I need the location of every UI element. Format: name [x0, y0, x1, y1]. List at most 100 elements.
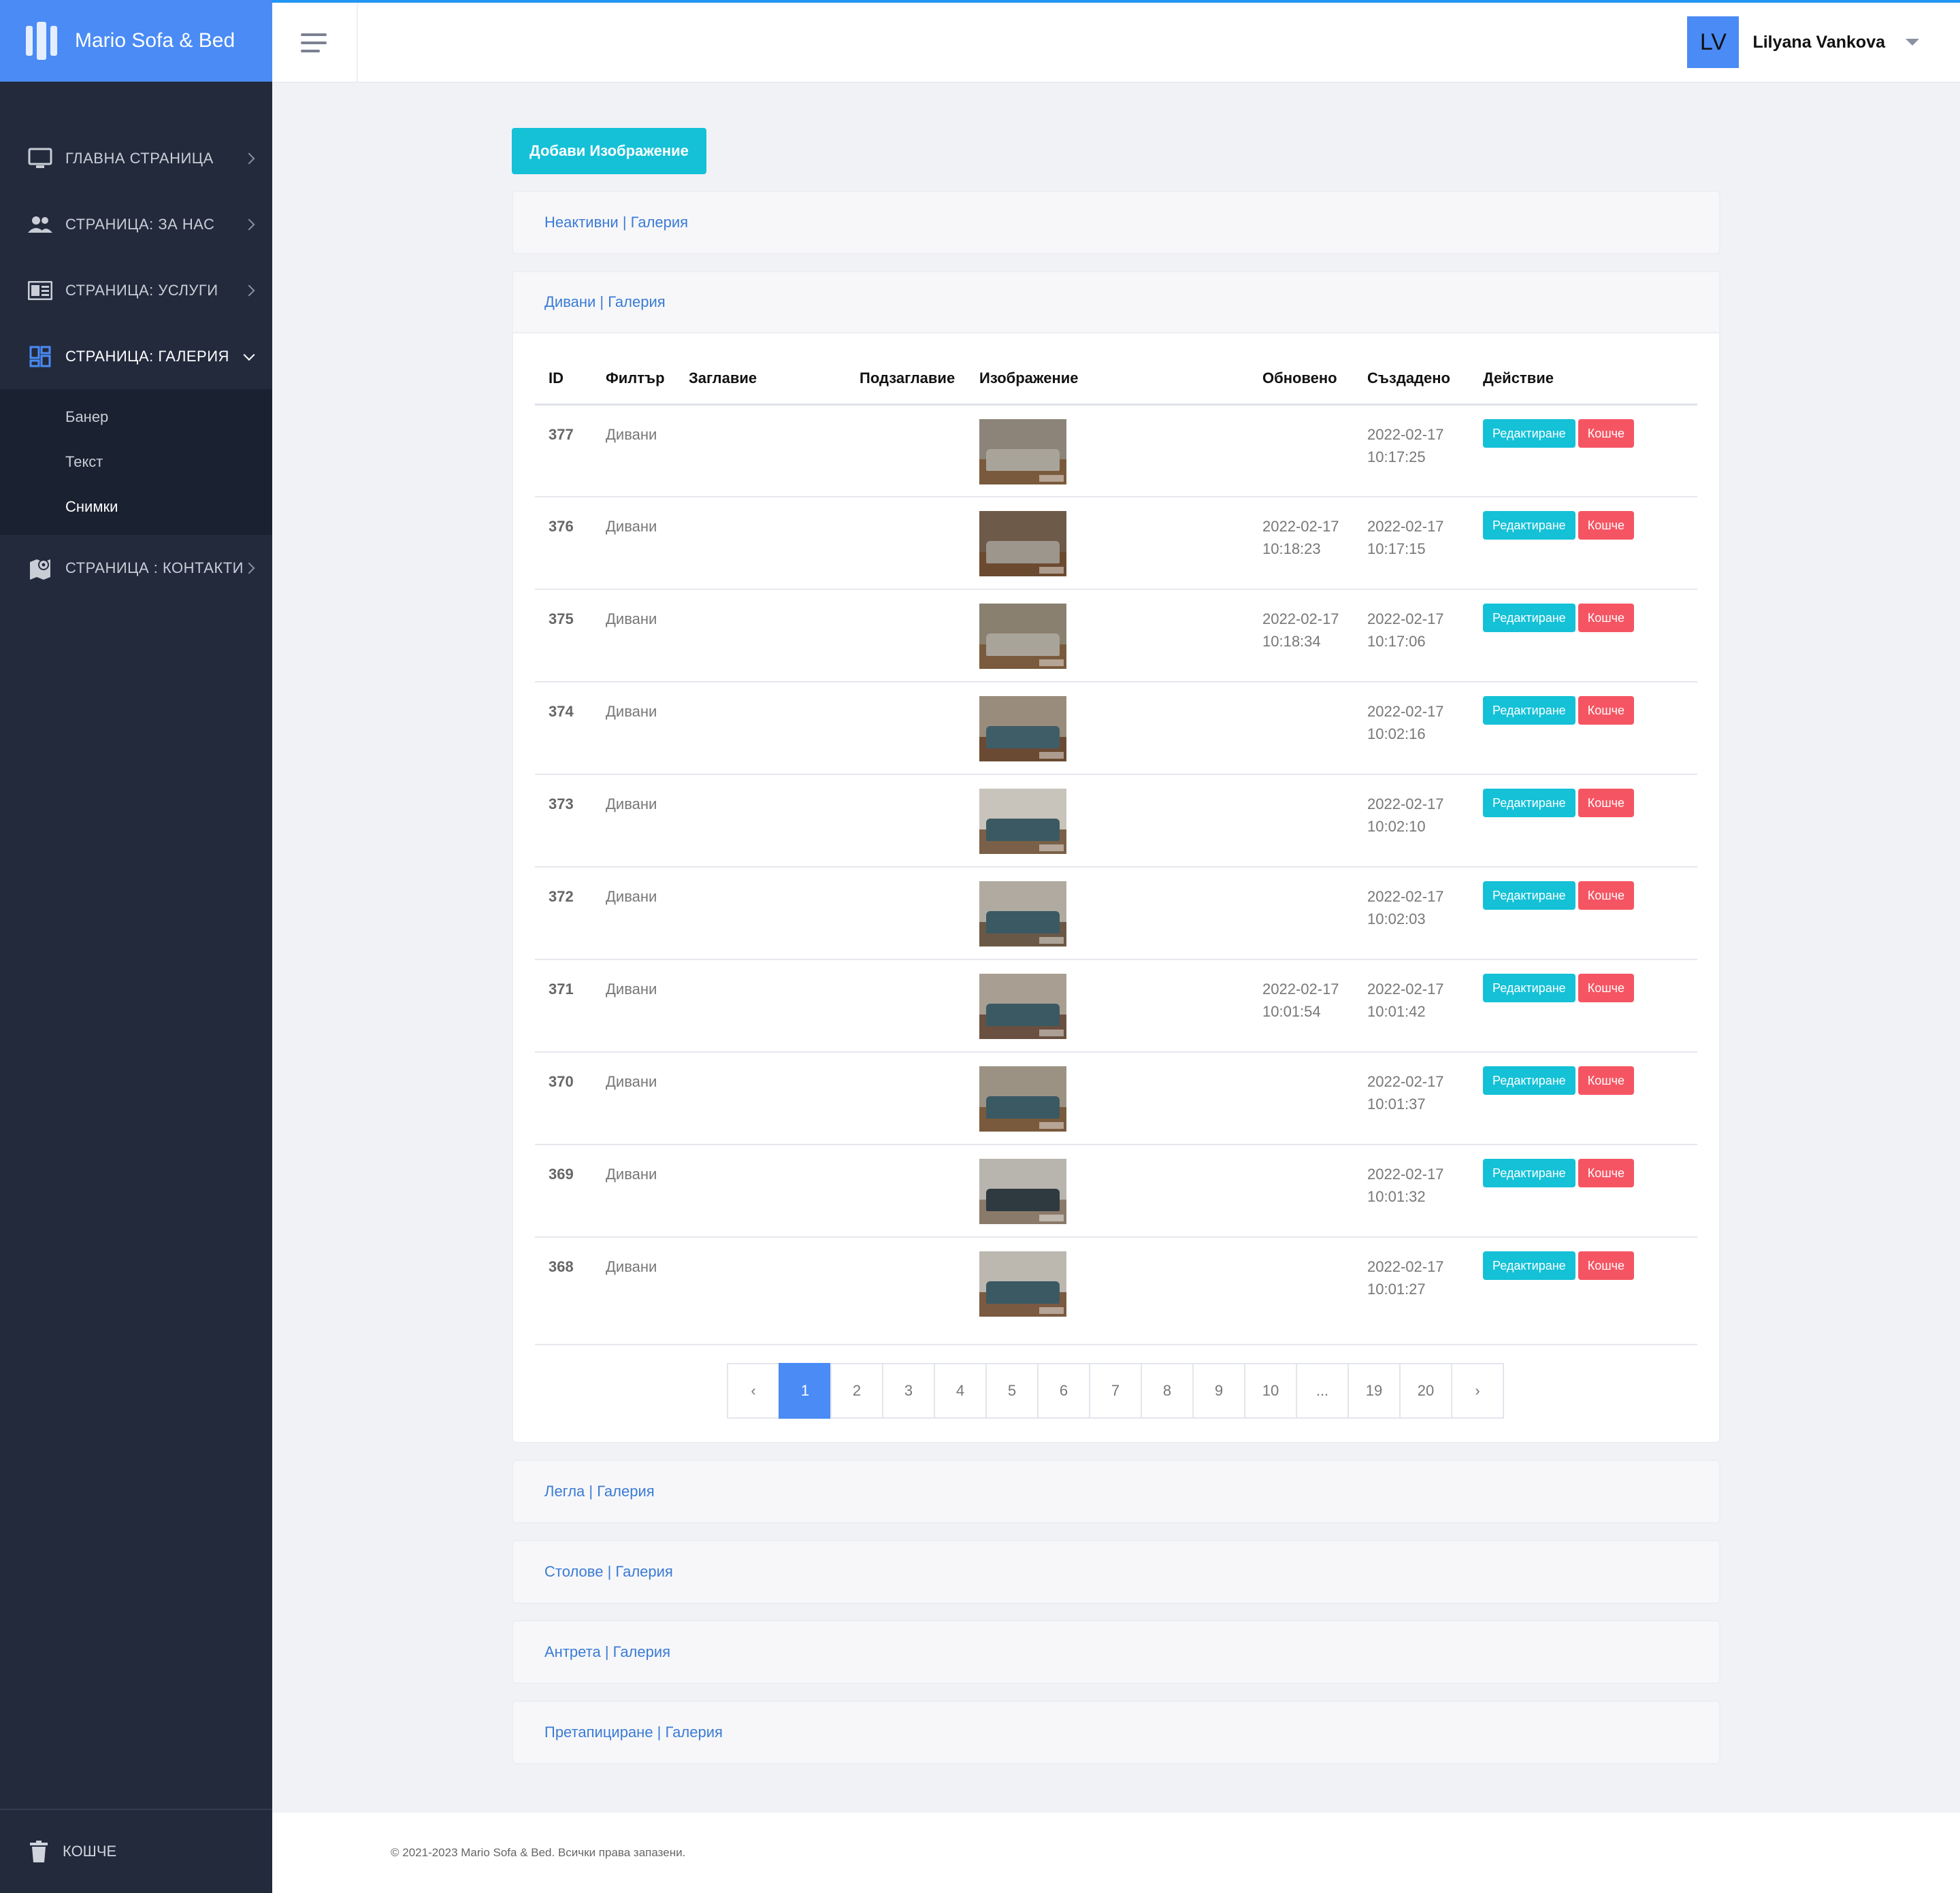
cell-actions: Редактиране Кошче	[1469, 589, 1697, 682]
edit-button[interactable]: Редактиране	[1483, 881, 1575, 910]
panel-link-beds[interactable]: Легла | Галерия	[513, 1461, 1719, 1522]
cell-image	[966, 589, 1249, 682]
panel-link-inactive[interactable]: Неактивни | Галерия	[513, 192, 1719, 253]
sofa-thumbnail[interactable]	[979, 974, 1066, 1039]
menu-toggle-icon[interactable]	[272, 3, 358, 83]
delete-button[interactable]: Кошче	[1578, 789, 1635, 817]
sofa-thumbnail[interactable]	[979, 881, 1066, 946]
column-header[interactable]: Филтър	[592, 354, 675, 406]
sofa-thumbnail[interactable]	[979, 1066, 1066, 1132]
page-button[interactable]: 3	[882, 1363, 935, 1419]
sidebar-item-contacts[interactable]: СТРАНИЦА : КОНТАКТИ	[0, 535, 272, 601]
page-button[interactable]: 5	[985, 1363, 1039, 1419]
sidebar-item-trash[interactable]: КОШЧЕ	[0, 1809, 272, 1893]
cell-actions: Редактиране Кошче	[1469, 867, 1697, 960]
page-button[interactable]: 19	[1348, 1363, 1401, 1419]
delete-button[interactable]: Кошче	[1578, 974, 1635, 1002]
cell-filter: Дивани	[592, 774, 675, 868]
submenu-item-photos[interactable]: Снимки	[0, 484, 272, 529]
brand[interactable]: Mario Sofa & Bed	[0, 0, 272, 82]
delete-button[interactable]: Кошче	[1578, 1066, 1635, 1095]
cell-actions: Редактиране Кошче	[1469, 959, 1697, 1053]
sofa-thumbnail[interactable]	[979, 1159, 1066, 1224]
add-image-button[interactable]: Добави Изображение	[512, 128, 706, 174]
sofa-thumbnail[interactable]	[979, 418, 1066, 484]
panel-link-sofas[interactable]: Дивани | Галерия	[513, 272, 1719, 333]
column-header[interactable]: ID	[535, 354, 592, 406]
panel-link-upholstery[interactable]: Претапициране | Галерия	[513, 1702, 1719, 1763]
submenu-item-banner[interactable]: Банер	[0, 395, 272, 440]
page-button[interactable]: 6	[1037, 1363, 1090, 1419]
cell-filter: Дивани	[592, 589, 675, 682]
cell-updated	[1249, 682, 1354, 775]
page-button[interactable]: 9	[1192, 1363, 1245, 1419]
logo-icon	[26, 22, 61, 60]
page-button[interactable]: 10	[1244, 1363, 1297, 1419]
page-button[interactable]: 4	[934, 1363, 987, 1419]
page-button[interactable]: 2	[830, 1363, 883, 1419]
page-button[interactable]: 8	[1141, 1363, 1194, 1419]
sofa-thumbnail[interactable]	[979, 789, 1066, 854]
sidebar-item-services[interactable]: СТРАНИЦА: УСЛУГИ	[0, 257, 272, 323]
sofa-thumbnail[interactable]	[979, 604, 1066, 669]
column-header[interactable]: Обновено	[1249, 354, 1354, 406]
delete-button[interactable]: Кошче	[1578, 604, 1635, 632]
page-next-button[interactable]: ›	[1451, 1363, 1504, 1419]
cell-actions: Редактиране Кошче	[1469, 774, 1697, 868]
caret-down-icon	[1906, 39, 1919, 46]
page-button[interactable]: 7	[1089, 1363, 1142, 1419]
created-time: 10:01:37	[1367, 1096, 1426, 1113]
column-header[interactable]: Изображение	[966, 354, 1249, 406]
panel-link-halls[interactable]: Антрета | Галерия	[513, 1622, 1719, 1683]
user-menu[interactable]: LV Lilyana Vankova	[1687, 16, 1919, 68]
cell-actions: Редактиране Кошче	[1469, 682, 1697, 775]
edit-button[interactable]: Редактиране	[1483, 696, 1575, 725]
page-prev-button[interactable]: ‹	[727, 1363, 780, 1419]
cell-updated	[1249, 1145, 1354, 1238]
edit-button[interactable]: Редактиране	[1483, 1066, 1575, 1095]
created-date: 2022-02-17	[1367, 425, 1444, 443]
delete-button[interactable]: Кошче	[1578, 418, 1635, 448]
column-header[interactable]: Създадено	[1354, 354, 1469, 406]
edit-button[interactable]: Редактиране	[1483, 1159, 1575, 1187]
page-button[interactable]: 1	[779, 1363, 832, 1419]
cell-subtitle	[846, 867, 966, 960]
table-header-row: ID Филтър Заглавие Подзаглавие Изображен…	[535, 354, 1697, 406]
page-button[interactable]: ...	[1296, 1363, 1349, 1419]
sidebar-item-about[interactable]: СТРАНИЦА: ЗА НАС	[0, 191, 272, 257]
cell-id: 370	[535, 1052, 592, 1145]
column-header[interactable]: Заглавие	[675, 354, 846, 406]
column-header[interactable]: Подзаглавие	[846, 354, 966, 406]
cell-title	[675, 589, 846, 682]
delete-button[interactable]: Кошче	[1578, 1251, 1635, 1280]
edit-button[interactable]: Редактиране	[1483, 1251, 1575, 1280]
table-row: 371 Дивани 2022-02-17 10:01:54 2022-02-17 10:…	[535, 959, 1697, 1053]
user-name: Lilyana Vankova	[1752, 32, 1885, 52]
panel-sofas: Дивани | Галерия ID Филтър Заглавие Подз…	[512, 271, 1720, 1443]
page-button[interactable]: 20	[1399, 1363, 1452, 1419]
cell-title	[675, 497, 846, 590]
sidebar-item-gallery[interactable]: СТРАНИЦА: ГАЛЕРИЯ	[0, 323, 272, 389]
delete-button[interactable]: Кошче	[1578, 696, 1635, 725]
trash-icon	[30, 1841, 48, 1862]
edit-button[interactable]: Редактиране	[1483, 604, 1575, 632]
edit-button[interactable]: Редактиране	[1483, 418, 1575, 448]
cell-created: 2022-02-17 10:01:37	[1354, 1052, 1469, 1145]
edit-button[interactable]: Редактиране	[1483, 789, 1575, 817]
delete-button[interactable]: Кошче	[1578, 881, 1635, 910]
edit-button[interactable]: Редактиране	[1483, 974, 1575, 1002]
panel-link-chairs[interactable]: Столове | Галерия	[513, 1541, 1719, 1602]
delete-button[interactable]: Кошче	[1578, 511, 1635, 540]
sofa-thumbnail[interactable]	[979, 696, 1066, 761]
cell-id: 371	[535, 959, 592, 1053]
sofa-thumbnail[interactable]	[979, 511, 1066, 576]
cell-updated	[1249, 1052, 1354, 1145]
submenu-item-text[interactable]: Текст	[0, 440, 272, 484]
cell-filter: Дивани	[592, 1237, 675, 1345]
delete-button[interactable]: Кошче	[1578, 1159, 1635, 1187]
table-row: 372 Дивани 2022-02-17 10:02:03 Редактиране Ко…	[535, 867, 1697, 960]
cell-actions: Редактиране Кошче	[1469, 404, 1697, 497]
sidebar-item-home[interactable]: ГЛАВНА СТРАНИЦА	[0, 125, 272, 191]
sofa-thumbnail[interactable]	[979, 1251, 1066, 1317]
edit-button[interactable]: Редактиране	[1483, 511, 1575, 540]
